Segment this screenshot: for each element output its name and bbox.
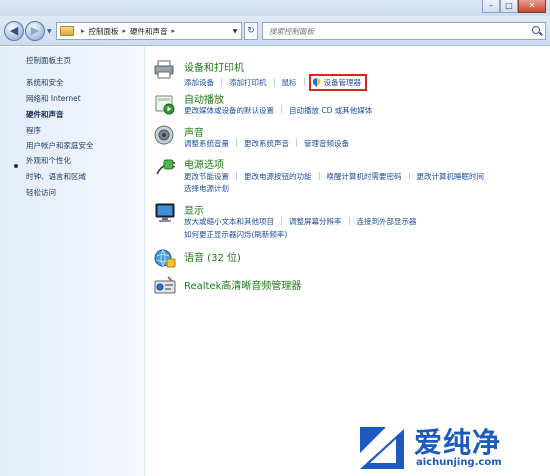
autoplay-cd-link[interactable]: 自动播放 CD 或其他媒体	[289, 106, 372, 115]
watermark-brand: 爱纯净	[414, 426, 502, 459]
navigation-bar: ◀ ▶ ▼ ▸ 控制面板 ▸ 硬件和声音 ▸ ▼ ↻	[0, 16, 550, 46]
device-manager-link[interactable]: 设备管理器	[324, 78, 362, 87]
text-size-link[interactable]: 放大或缩小文本和其他项目	[184, 217, 274, 226]
category-links: 调整系统音量 更改系统声音 管理音频设备	[184, 138, 349, 149]
choose-power-plan-link[interactable]: 选择电源计划	[184, 184, 229, 193]
change-sleep-time-link[interactable]: 更改计算机睡眠时间	[417, 172, 485, 181]
language-globe-icon	[154, 249, 176, 268]
search-input[interactable]	[262, 22, 546, 40]
forward-button[interactable]: ▶	[25, 21, 45, 41]
category-title[interactable]: 显示	[184, 202, 204, 217]
breadcrumb-separator[interactable]: ▸	[81, 27, 85, 35]
external-display-link[interactable]: 连接到外部显示器	[357, 217, 417, 226]
close-button[interactable]: ✕	[518, 0, 546, 13]
sidebar-item-clock-language[interactable]: 时钟、语言和区域	[26, 171, 86, 182]
speaker-icon	[154, 125, 174, 145]
power-button-function-link[interactable]: 更改电源按钮的功能	[244, 172, 312, 181]
sidebar-item-ease-of-access[interactable]: 轻松访问	[26, 187, 56, 198]
category-links: 如何更正显示器闪烁(刷新频率)	[184, 229, 287, 240]
control-panel-folder-icon	[60, 26, 74, 36]
add-printer-link[interactable]: 添加打印机	[229, 78, 267, 87]
uac-shield-icon	[312, 78, 321, 87]
mouse-link[interactable]: 鼠标	[282, 78, 297, 87]
power-plug-icon	[156, 159, 175, 175]
screen-resolution-link[interactable]: 调整屏幕分辨率	[289, 217, 342, 226]
window-controls: – □ ✕	[482, 0, 546, 13]
add-device-link[interactable]: 添加设备	[184, 78, 214, 87]
change-power-saving-link[interactable]: 更改节能设置	[184, 172, 229, 181]
watermark: 爱纯净 aichunjing.com	[356, 421, 550, 476]
sidebar-item-appearance[interactable]: 外观和个性化	[26, 155, 71, 166]
sidebar-item-user-accounts[interactable]: 用户帐户和家庭安全	[26, 140, 94, 151]
category-links: 添加设备 添加打印机 鼠标 设备管理器	[184, 74, 367, 91]
printer-icon	[154, 60, 174, 79]
category-title[interactable]: 语音 (32 位)	[184, 249, 241, 264]
adjust-volume-link[interactable]: 调整系统音量	[184, 139, 229, 148]
active-item-bullet-icon	[14, 164, 18, 168]
category-title[interactable]: 电源选项	[184, 156, 224, 171]
autoplay-icon	[155, 95, 175, 115]
change-system-sounds-link[interactable]: 更改系统声音	[244, 139, 289, 148]
main-content: 设备和打印机 添加设备 添加打印机 鼠标 设备管理器 自动播放 更改媒体或设备的默认设…	[146, 47, 550, 476]
sidebar-item-network[interactable]: 网络和 Internet	[26, 93, 81, 104]
category-title[interactable]: 设备和打印机	[184, 59, 244, 74]
sidebar-item-hardware-sound[interactable]: 硬件和声音	[26, 109, 64, 120]
category-title[interactable]: Realtek高清晰音频管理器	[184, 277, 301, 292]
sidebar: 控制面板主页 系统和安全 网络和 Internet 硬件和声音 程序 用户帐户和…	[0, 47, 145, 476]
realtek-audio-icon	[154, 276, 176, 294]
device-manager-highlight[interactable]: 设备管理器	[308, 74, 367, 91]
monitor-icon	[155, 203, 175, 222]
category-title[interactable]: 自动播放	[184, 91, 224, 106]
breadcrumb-hardware-sound[interactable]: 硬件和声音	[130, 26, 168, 37]
breadcrumb-control-panel[interactable]: 控制面板	[89, 26, 119, 37]
watermark-logo-icon	[360, 427, 404, 469]
sidebar-item-home[interactable]: 控制面板主页	[26, 55, 71, 66]
require-password-on-wake-link[interactable]: 唤醒计算机时需要密码	[327, 172, 402, 181]
category-links: 更改媒体或设备的默认设置 自动播放 CD 或其他媒体	[184, 105, 372, 116]
minimize-button[interactable]: –	[482, 0, 500, 13]
back-button[interactable]: ◀	[4, 21, 24, 41]
recent-pages-dropdown-icon[interactable]: ▼	[47, 28, 52, 35]
manage-audio-devices-link[interactable]: 管理音频设备	[304, 139, 349, 148]
address-bar[interactable]: ▸ 控制面板 ▸ 硬件和声音 ▸ ▼	[56, 22, 242, 40]
title-bar: – □ ✕	[0, 0, 550, 16]
sidebar-item-programs[interactable]: 程序	[26, 125, 41, 136]
watermark-url: aichunjing.com	[416, 457, 502, 468]
refresh-button[interactable]: ↻	[244, 22, 258, 40]
search-icon[interactable]	[532, 26, 540, 34]
monitor-flicker-link[interactable]: 如何更正显示器闪烁(刷新频率)	[184, 230, 287, 239]
breadcrumb-separator[interactable]: ▸	[172, 27, 176, 35]
category-links: 选择电源计划	[184, 183, 229, 194]
category-title[interactable]: 声音	[184, 124, 204, 139]
address-dropdown-icon[interactable]: ▼	[229, 28, 241, 35]
maximize-button[interactable]: □	[500, 0, 518, 13]
category-links: 放大或缩小文本和其他项目 调整屏幕分辨率 连接到外部显示器	[184, 216, 417, 227]
sidebar-item-system-security[interactable]: 系统和安全	[26, 77, 64, 88]
breadcrumb-separator[interactable]: ▸	[123, 27, 127, 35]
category-links: 更改节能设置 更改电源按钮的功能 唤醒计算机时需要密码 更改计算机睡眠时间	[184, 171, 484, 182]
autoplay-default-settings-link[interactable]: 更改媒体或设备的默认设置	[184, 106, 274, 115]
